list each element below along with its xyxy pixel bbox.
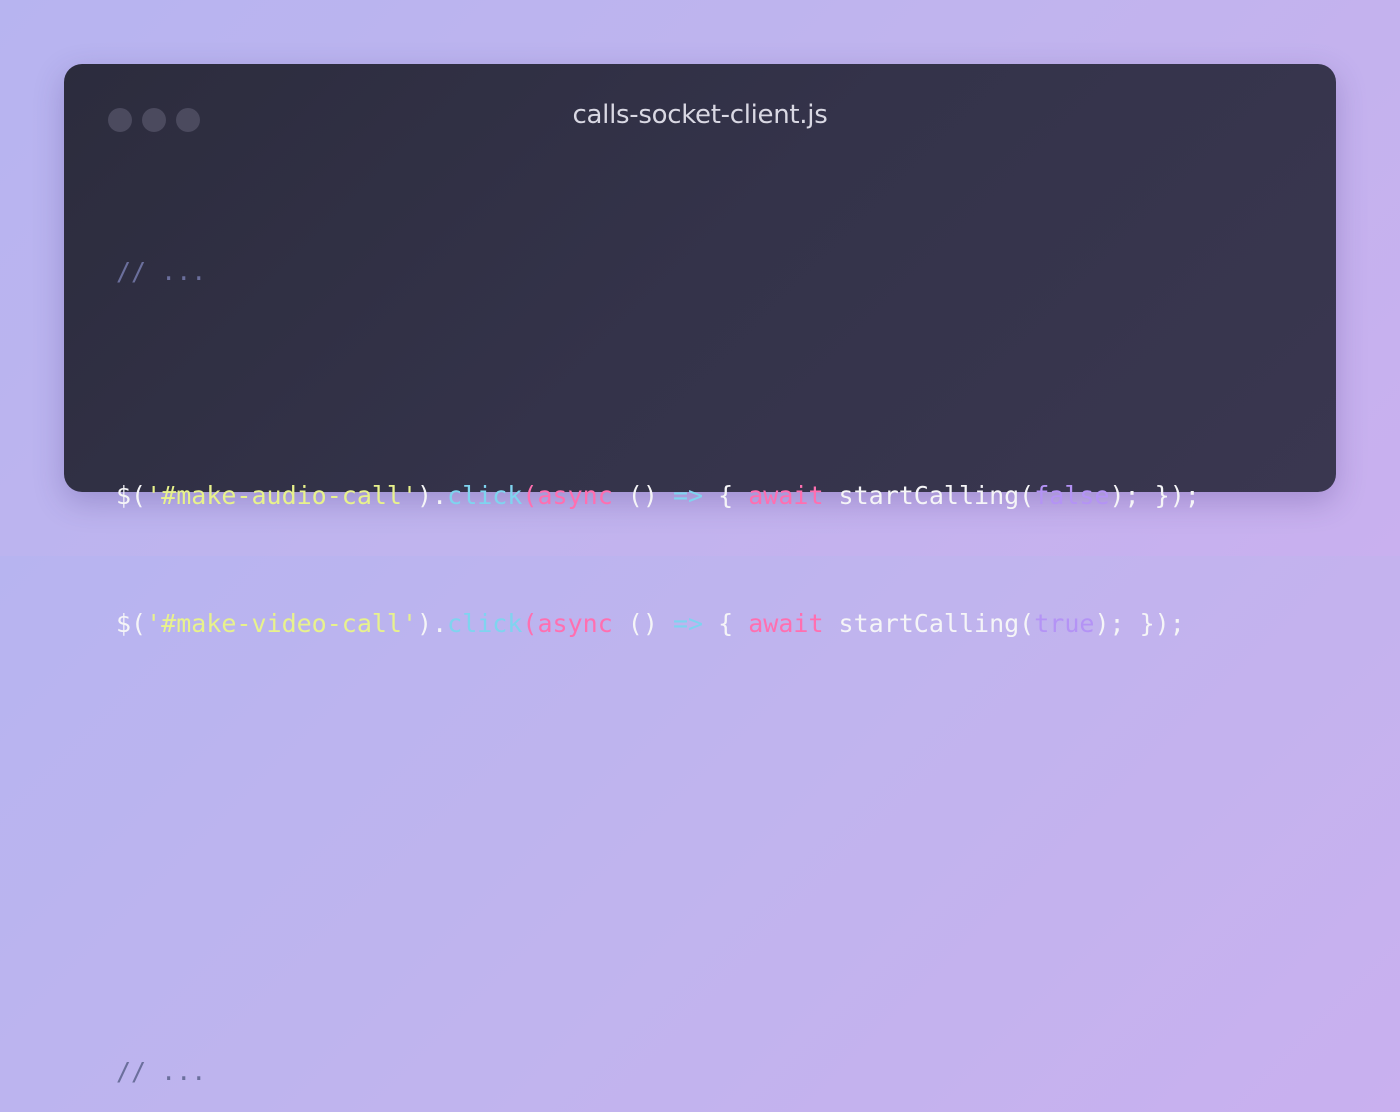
- code-arrow: =>: [672, 609, 704, 638]
- code-async-keyword: async: [537, 609, 613, 638]
- code-async-keyword: async: [537, 481, 613, 510]
- code-line-tail: ); });: [1094, 609, 1185, 638]
- code-selector-string: '#make-audio-call': [146, 481, 418, 510]
- code-params: (): [612, 609, 673, 638]
- code-arrow: =>: [672, 481, 704, 510]
- code-params: (): [612, 481, 673, 510]
- window-title: calls-socket-client.js: [572, 100, 828, 130]
- code-comment: // ...: [116, 1057, 207, 1086]
- code-boolean-arg: false: [1034, 481, 1110, 510]
- code-window: calls-socket-client.js // ... $('#make-a…: [64, 64, 1336, 1086]
- code-paren: (: [522, 609, 538, 638]
- code-open-brace: {: [703, 481, 749, 510]
- code-block: // ... $('#make-audio-call').click(async…: [116, 192, 1200, 1112]
- code-boolean-arg: true: [1034, 609, 1095, 638]
- code-paren: (: [522, 481, 538, 510]
- code-open-brace: {: [703, 609, 749, 638]
- code-await-keyword: await: [748, 609, 824, 638]
- code-line-audio-call: $('#make-audio-call').click(async () => …: [116, 480, 1200, 512]
- code-line-tail: ); });: [1109, 481, 1200, 510]
- code-await-keyword: await: [748, 481, 824, 510]
- code-jquery-dollar: $(: [116, 609, 147, 638]
- code-punctuation: ).: [417, 609, 448, 638]
- code-method-name: click: [447, 481, 523, 510]
- code-jquery-dollar: $(: [116, 481, 147, 510]
- code-selector-string: '#make-video-call': [146, 609, 418, 638]
- code-line-comment-bottom: // ...: [116, 1056, 1200, 1088]
- code-function-call: startCalling(: [823, 609, 1035, 638]
- code-line-video-call: $('#make-video-call').click(async () => …: [116, 608, 1200, 640]
- code-line-comment-top: // ...: [116, 256, 1200, 288]
- code-function-call: startCalling(: [823, 481, 1035, 510]
- code-comment: // ...: [116, 257, 207, 286]
- code-method-name: click: [447, 609, 523, 638]
- code-punctuation: ).: [417, 481, 448, 510]
